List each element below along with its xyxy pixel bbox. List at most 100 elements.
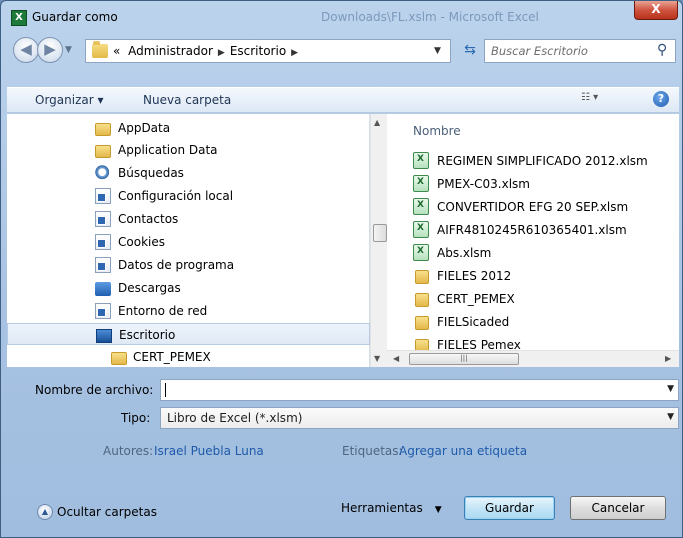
hide-folders-button[interactable]: ▲ <box>37 504 53 520</box>
folder-icon <box>415 316 429 330</box>
filetype-label: Tipo: <box>121 411 151 425</box>
tree-item-busquedas[interactable]: Búsquedas <box>7 162 370 184</box>
breadcrumb-item-escritorio[interactable]: Escritorio <box>230 44 286 58</box>
file-item[interactable]: REGIMEN SIMPLIFICADO 2012.xlsm <box>413 150 679 172</box>
tree-item-application-data[interactable]: Application Data <box>7 139 370 161</box>
shortcut-icon <box>95 234 111 250</box>
shortcut-icon <box>95 188 111 204</box>
address-bar[interactable]: « Administrador ▶ Escritorio ▶ ▼ <box>85 39 451 63</box>
file-list-horizontal-scrollbar[interactable]: ◀ ||| ▶ <box>387 350 679 367</box>
downloads-icon <box>95 282 111 296</box>
folder-icon <box>95 123 111 136</box>
cancel-button[interactable]: Cancelar <box>570 496 666 520</box>
recent-locations-dropdown[interactable]: ▼ <box>65 45 72 55</box>
close-button[interactable]: X <box>634 1 678 20</box>
authors-label: Autores: <box>103 444 154 458</box>
help-icon: ? <box>657 92 665 105</box>
tags-label: Etiquetas: <box>342 444 403 458</box>
chevron-right-icon[interactable]: ▶ <box>291 48 298 58</box>
chevron-up-icon: ▲ <box>41 507 49 516</box>
tree-item-entorno-de-red[interactable]: Entorno de red <box>7 300 370 322</box>
file-list-pane: Nombre REGIMEN SIMPLIFICADO 2012.xlsm PM… <box>387 114 679 367</box>
excel-file-icon <box>413 198 429 215</box>
help-button[interactable]: ? <box>653 91 669 107</box>
folder-item[interactable]: CERT_PEMEX <box>413 288 679 310</box>
scrollbar-thumb[interactable]: ||| <box>409 353 519 365</box>
breadcrumb: « Administrador ▶ Escritorio ▶ <box>113 44 303 58</box>
excel-file-icon <box>413 152 429 169</box>
search-folder-icon <box>95 165 111 181</box>
scroll-left-icon[interactable]: ◀ <box>393 354 399 363</box>
folder-item[interactable]: FIELSicaded <box>413 311 679 333</box>
chevron-down-icon[interactable]: ▼ <box>667 384 674 394</box>
tree-item-escritorio[interactable]: Escritorio <box>7 323 370 345</box>
tree-item-label: Entorno de red <box>118 304 208 318</box>
excel-file-icon <box>413 244 429 261</box>
search-input[interactable]: Buscar Escritorio ⚲ <box>484 39 676 63</box>
hide-folders-label[interactable]: Ocultar carpetas <box>57 505 157 519</box>
address-dropdown-icon[interactable]: ▼ <box>434 46 441 56</box>
navigation-pane-scrollbar[interactable]: ▲ ▼ <box>370 114 387 367</box>
folder-icon <box>111 352 127 365</box>
folder-name: FIELSicaded <box>437 315 510 329</box>
breadcrumb-overflow[interactable]: « <box>113 44 120 58</box>
tags-field[interactable]: Agregar una etiqueta <box>399 444 527 458</box>
navigation-pane: AppData Application Data Búsquedas Confi… <box>7 114 370 367</box>
tree-item-configuracion-local[interactable]: Configuración local <box>7 185 370 207</box>
file-item[interactable]: AIFR4810245R610365401.xlsm <box>413 219 679 241</box>
forward-button[interactable]: ▶ <box>37 37 63 63</box>
chevron-down-icon[interactable]: ▼ <box>667 412 674 422</box>
tree-item-label: Escritorio <box>119 328 176 342</box>
file-name: PMEX-C03.xlsm <box>437 177 530 191</box>
new-folder-button[interactable]: Nueva carpeta <box>143 93 231 107</box>
tools-button[interactable]: Herramientas ▼ <box>341 501 442 515</box>
forward-arrow-icon: ▶ <box>44 40 56 58</box>
tree-item-appdata[interactable]: AppData <box>7 117 370 139</box>
back-button[interactable]: ◀ <box>13 37 39 63</box>
tree-item-label: Configuración local <box>118 189 234 203</box>
command-toolbar: Organizar ▾ Nueva carpeta ☷ ▾ ? <box>7 87 679 113</box>
tree-item-cert-pemex[interactable]: CERT_PEMEX <box>7 346 370 368</box>
tree-item-descargas[interactable]: Descargas <box>7 277 370 299</box>
folder-name: CERT_PEMEX <box>437 292 515 306</box>
scroll-down-icon[interactable]: ▼ <box>374 354 380 363</box>
organize-button[interactable]: Organizar ▾ <box>35 93 104 107</box>
desktop-icon <box>96 329 112 343</box>
chevron-right-icon[interactable]: ▶ <box>218 48 225 58</box>
folder-icon <box>415 293 429 307</box>
folder-item[interactable]: FIELES Pemex <box>413 334 679 350</box>
file-item[interactable]: CONVERTIDOR EFG 20 SEP.xlsm <box>413 196 679 218</box>
scrollbar-thumb[interactable] <box>373 224 387 242</box>
navigation-bar: ◀ ▶ ▼ « Administrador ▶ Escritorio ▶ ▼ ⇆ Bu… <box>7 37 679 67</box>
authors-field[interactable]: Israel Puebla Luna <box>154 444 264 458</box>
file-item[interactable]: PMEX-C03.xlsm <box>413 173 679 195</box>
contacts-icon <box>95 211 111 227</box>
breadcrumb-item-administrador[interactable]: Administrador <box>128 44 213 58</box>
title-bar: X Guardar como Downloads\FL.xslm - Micro… <box>1 1 682 31</box>
scroll-right-icon[interactable]: ▶ <box>665 354 671 363</box>
views-button[interactable]: ☷ ▾ <box>581 92 621 108</box>
views-icon: ☷ ▾ <box>581 92 599 103</box>
tree-item-cookies[interactable]: Cookies <box>7 231 370 253</box>
tree-item-contactos[interactable]: Contactos <box>7 208 370 230</box>
folder-name: FIELES 2012 <box>437 269 512 283</box>
column-header-name[interactable]: Nombre <box>413 124 461 138</box>
filename-field[interactable]: ▼ <box>160 379 679 401</box>
background-window-title: Downloads\FL.xslm - Microsoft Excel <box>321 10 539 24</box>
filetype-select[interactable]: Libro de Excel (*.xlsm) ▼ <box>160 407 679 429</box>
file-name: AIFR4810245R610365401.xlsm <box>437 223 627 237</box>
tree-item-datos-de-programa[interactable]: Datos de programa <box>7 254 370 276</box>
scroll-up-icon[interactable]: ▲ <box>374 118 380 127</box>
file-name: Abs.xlsm <box>437 246 492 260</box>
tree-item-label: Application Data <box>118 143 218 157</box>
back-arrow-icon: ◀ <box>20 40 32 58</box>
folder-item[interactable]: FIELES 2012 <box>413 265 679 287</box>
save-button[interactable]: Guardar <box>464 496 555 520</box>
save-as-dialog: X Guardar como Downloads\FL.xslm - Micro… <box>0 0 683 538</box>
refresh-button[interactable]: ⇆ <box>459 39 481 63</box>
file-item[interactable]: Abs.xlsm <box>413 242 679 264</box>
filename-label: Nombre de archivo: <box>35 383 154 397</box>
search-icon[interactable]: ⚲ <box>657 42 667 58</box>
tools-label: Herramientas <box>341 501 423 515</box>
folder-icon <box>92 41 108 58</box>
